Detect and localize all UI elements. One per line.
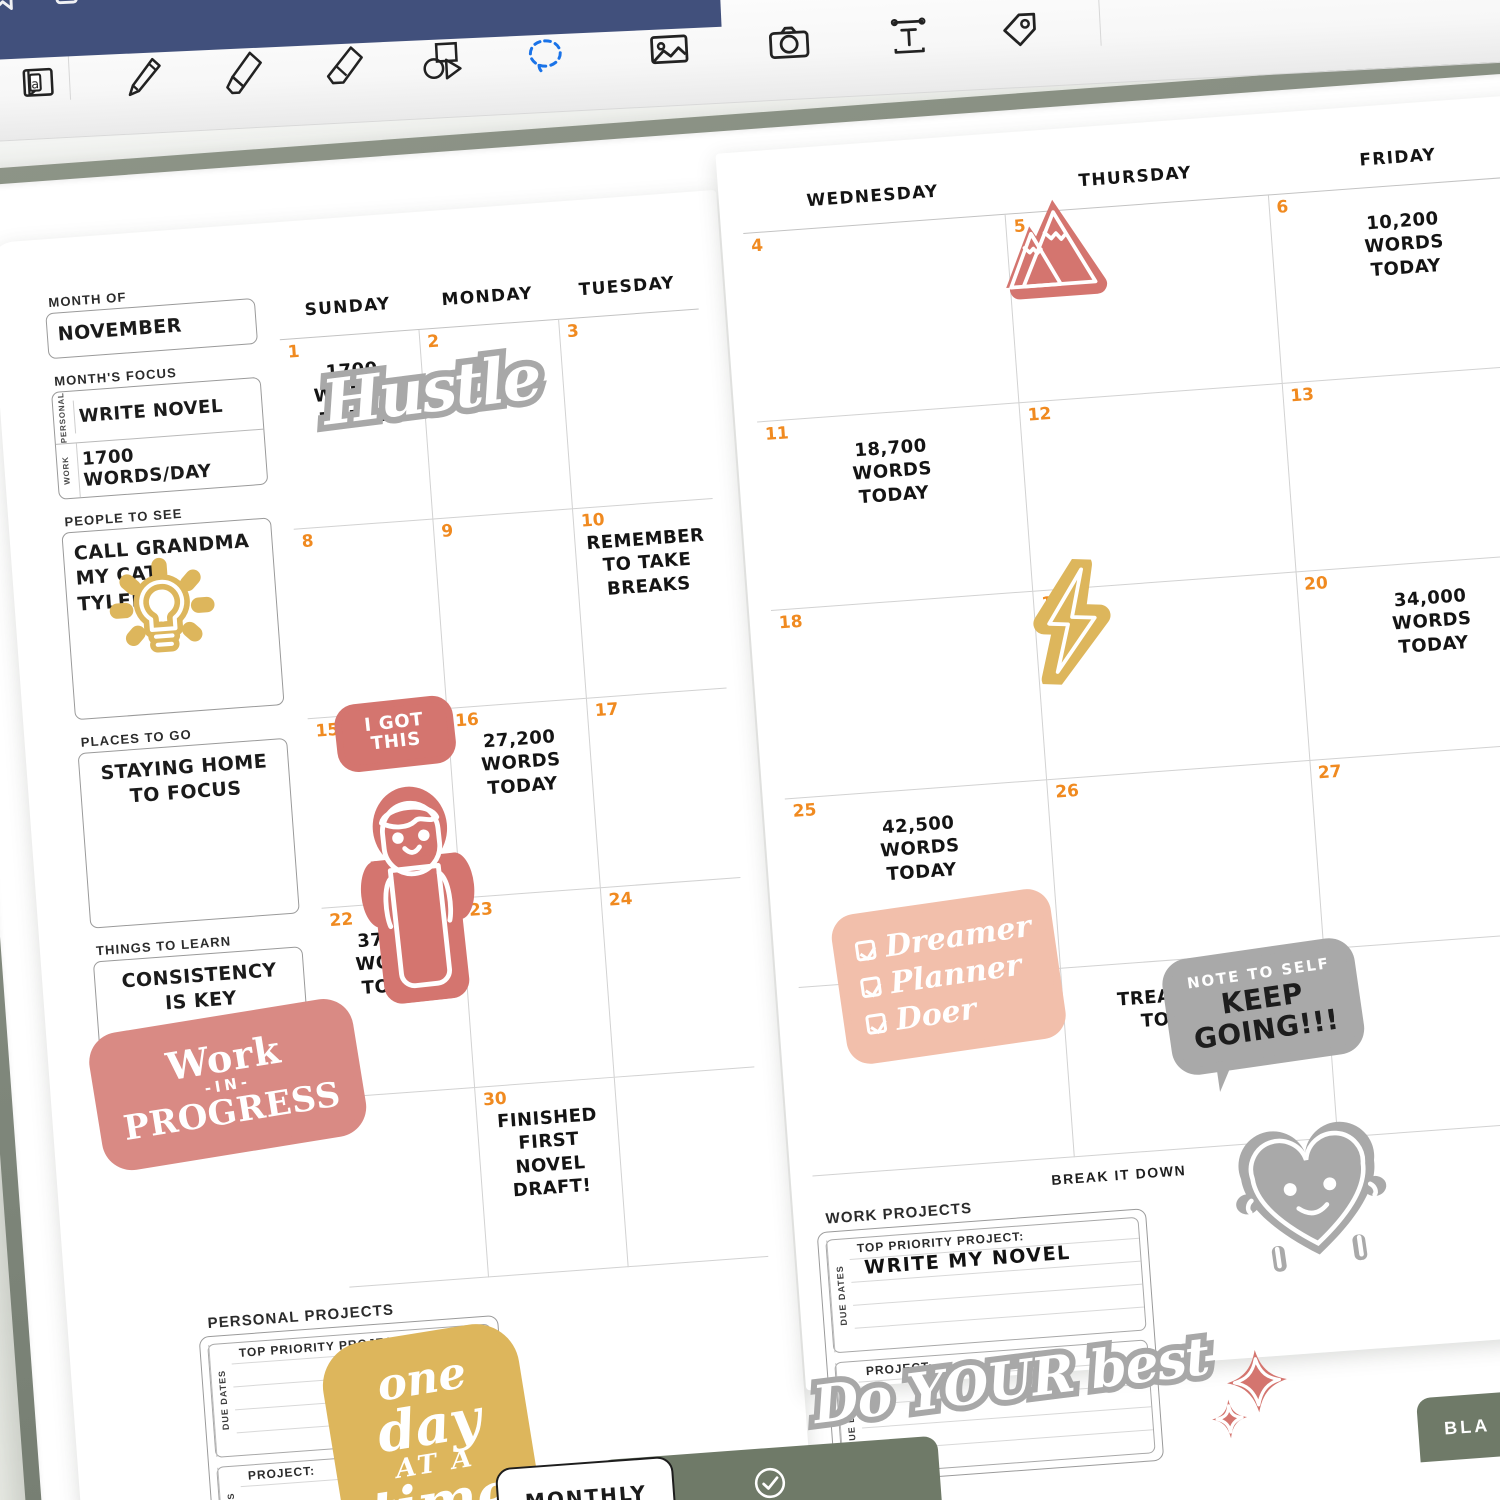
sticker-tag-icon[interactable] — [988, 0, 1053, 63]
calendar-cell[interactable]: 17 — [586, 688, 741, 889]
calendar-day-note: FINISHED FIRST NOVEL DRAFT! — [483, 1102, 617, 1205]
day-header-tuesday: TUESDAY — [578, 272, 676, 300]
calendar-cell[interactable]: 9 — [433, 509, 587, 709]
tab-blank-label: BLA — [1443, 1414, 1491, 1438]
lightning-bolt-sticker[interactable] — [1029, 553, 1115, 692]
calendar-cell[interactable]: 10 REMEMBER TO TAKE BREAKS — [573, 498, 727, 699]
focus-tag-work: WORK — [60, 456, 72, 486]
calendar-day-number: 26 — [1054, 780, 1080, 803]
calendar-day-number: 10 — [580, 509, 606, 532]
calendar-day-number: 22 — [328, 909, 354, 932]
calendar-day-note: 27,200 WORDS TODAY — [455, 723, 587, 802]
svg-text:a: a — [31, 76, 40, 91]
calendar-cell[interactable]: 8 — [293, 519, 448, 720]
tab-monthly-label: MONTHLY — [524, 1480, 648, 1500]
calendar-day-number: 15 — [314, 719, 340, 742]
planner-left-page: MONTH OF NOVEMBER MONTH'S FOCUS PERSONAL… — [0, 189, 811, 1500]
screenshot-root: MONTH OF NOVEMBER MONTH'S FOCUS PERSONAL… — [0, 0, 1500, 1500]
calendar-day-number: 9 — [440, 521, 454, 542]
calendar-day-number: 3 — [566, 321, 580, 343]
work-top-priority-block[interactable]: DUE DATES TOP PRIORITY PROJECT: WRITE MY… — [825, 1216, 1147, 1354]
calendar-day-number: 1 — [287, 341, 301, 363]
calendar-day-number: 12 — [1026, 403, 1053, 426]
toolbar-divider — [1097, 0, 1102, 46]
calendar-day-number: 24 — [608, 888, 634, 911]
calendar-day-number: 20 — [1303, 573, 1329, 595]
calendar-day-number: 25 — [792, 800, 818, 822]
lightning-bolt-icon — [1033, 553, 1111, 691]
calendar-day-number: 8 — [300, 531, 315, 553]
day-header-wednesday: WEDNESDAY — [805, 181, 940, 211]
calendar-cell[interactable]: 24 — [600, 877, 755, 1078]
planner-spread: MONTH OF NOVEMBER MONTH'S FOCUS PERSONAL… — [0, 93, 1500, 1500]
focus-tag-personal: PERSONAL — [56, 391, 69, 444]
calendar-cell[interactable]: 30 FINISHED FIRST NOVEL DRAFT! — [475, 1077, 629, 1278]
calendar-cell[interactable]: 26 — [1047, 760, 1324, 969]
calendar-day-number: 30 — [482, 1088, 508, 1111]
calendar-day-note: REMEMBER TO TAKE BREAKS — [581, 523, 714, 602]
calendar-cell[interactable]: 6 10,200 WORDS TODAY — [1268, 176, 1500, 384]
calendar-note-line: NOVEL DRAFT! — [512, 1151, 593, 1202]
text-box-icon[interactable] — [876, 4, 941, 69]
i-got-this-tag: I GOT THIS — [340, 701, 451, 767]
calendar-day-number: 16 — [454, 709, 480, 732]
mountain-icon — [1006, 199, 1108, 300]
heart-character-sticker[interactable] — [1221, 1107, 1401, 1283]
checkbox-icon — [854, 938, 877, 962]
day-header-monday: MONDAY — [440, 283, 534, 310]
calendar-cell[interactable]: 20 34,000 WORDS TODAY — [1296, 553, 1500, 761]
calendar-day-note: 34,000 WORDS TODAY — [1304, 578, 1500, 666]
planner-right-page: WEDNESDAY THURSDAY FRIDAY 4 5 6 10,200 WORDS… — [715, 93, 1500, 1485]
month-of-value: NOVEMBER — [57, 314, 183, 346]
mountain-sticker[interactable] — [989, 183, 1122, 309]
calendar-cell[interactable]: 3 — [559, 309, 713, 510]
calendar-cell[interactable]: 4 — [743, 214, 1020, 423]
calendar-day-note: 10,200 WORDS TODAY — [1276, 201, 1500, 289]
day-header-friday: FRIDAY — [1358, 144, 1437, 171]
calendar-day-number: 13 — [1289, 384, 1315, 407]
calendar-cell[interactable]: 27 — [1310, 741, 1500, 950]
page-flip-icon[interactable]: a — [6, 50, 71, 115]
months-focus-box: PERSONAL WRITE NOVEL WORK 1700 WORDS/DAY — [51, 376, 269, 500]
calendar-cell[interactable]: 13 — [1282, 364, 1500, 573]
calendar-cell[interactable]: 11 18,700 WORDS TODAY — [757, 403, 1034, 611]
calendar-day-number: 2 — [426, 331, 440, 353]
sparkle-sticker[interactable] — [1199, 1340, 1294, 1451]
day-header-sunday: SUNDAY — [303, 293, 392, 320]
girl-figure-icon — [360, 786, 475, 1004]
calendar-day-number: 27 — [1317, 761, 1343, 784]
calendar-day-number: 11 — [764, 423, 790, 445]
checkbox-icon — [859, 975, 883, 998]
lightbulb-sticker[interactable] — [99, 549, 226, 680]
checkbox-icon — [864, 1011, 888, 1035]
calendar-day-number: 6 — [1275, 197, 1290, 218]
lightbulb-icon — [109, 557, 215, 653]
sidebar: MONTH OF NOVEMBER MONTH'S FOCUS PERSONAL… — [44, 280, 314, 1126]
break-it-down-label: BREAK IT DOWN — [1050, 1162, 1187, 1188]
heart-character-icon — [1236, 1121, 1387, 1272]
calendar-cell[interactable]: 18 — [771, 591, 1048, 800]
calendar-day-number: 18 — [778, 611, 804, 634]
sparkle-icon — [1212, 1350, 1287, 1439]
camera-icon[interactable] — [757, 10, 822, 75]
pen-icon[interactable] — [111, 44, 176, 109]
bookmark-icon[interactable] — [0, 0, 18, 17]
page-icon[interactable] — [50, 0, 82, 14]
places-to-go-field[interactable]: STAYING HOME TO FOCUS — [77, 737, 300, 929]
calendar-day-number: 4 — [750, 235, 764, 257]
focus-value-work: 1700 WORDS/DAY — [75, 429, 268, 497]
calendar-day-note: 42,500 WORDS TODAY — [793, 805, 1048, 893]
calendar-day-number: 17 — [594, 699, 620, 722]
calendar-cell[interactable] — [614, 1067, 769, 1268]
focus-value-personal: WRITE NOVEL — [72, 386, 263, 434]
calendar-day-note: 18,700 WORDS TODAY — [765, 428, 1020, 516]
check-circle-icon — [754, 1467, 786, 1499]
